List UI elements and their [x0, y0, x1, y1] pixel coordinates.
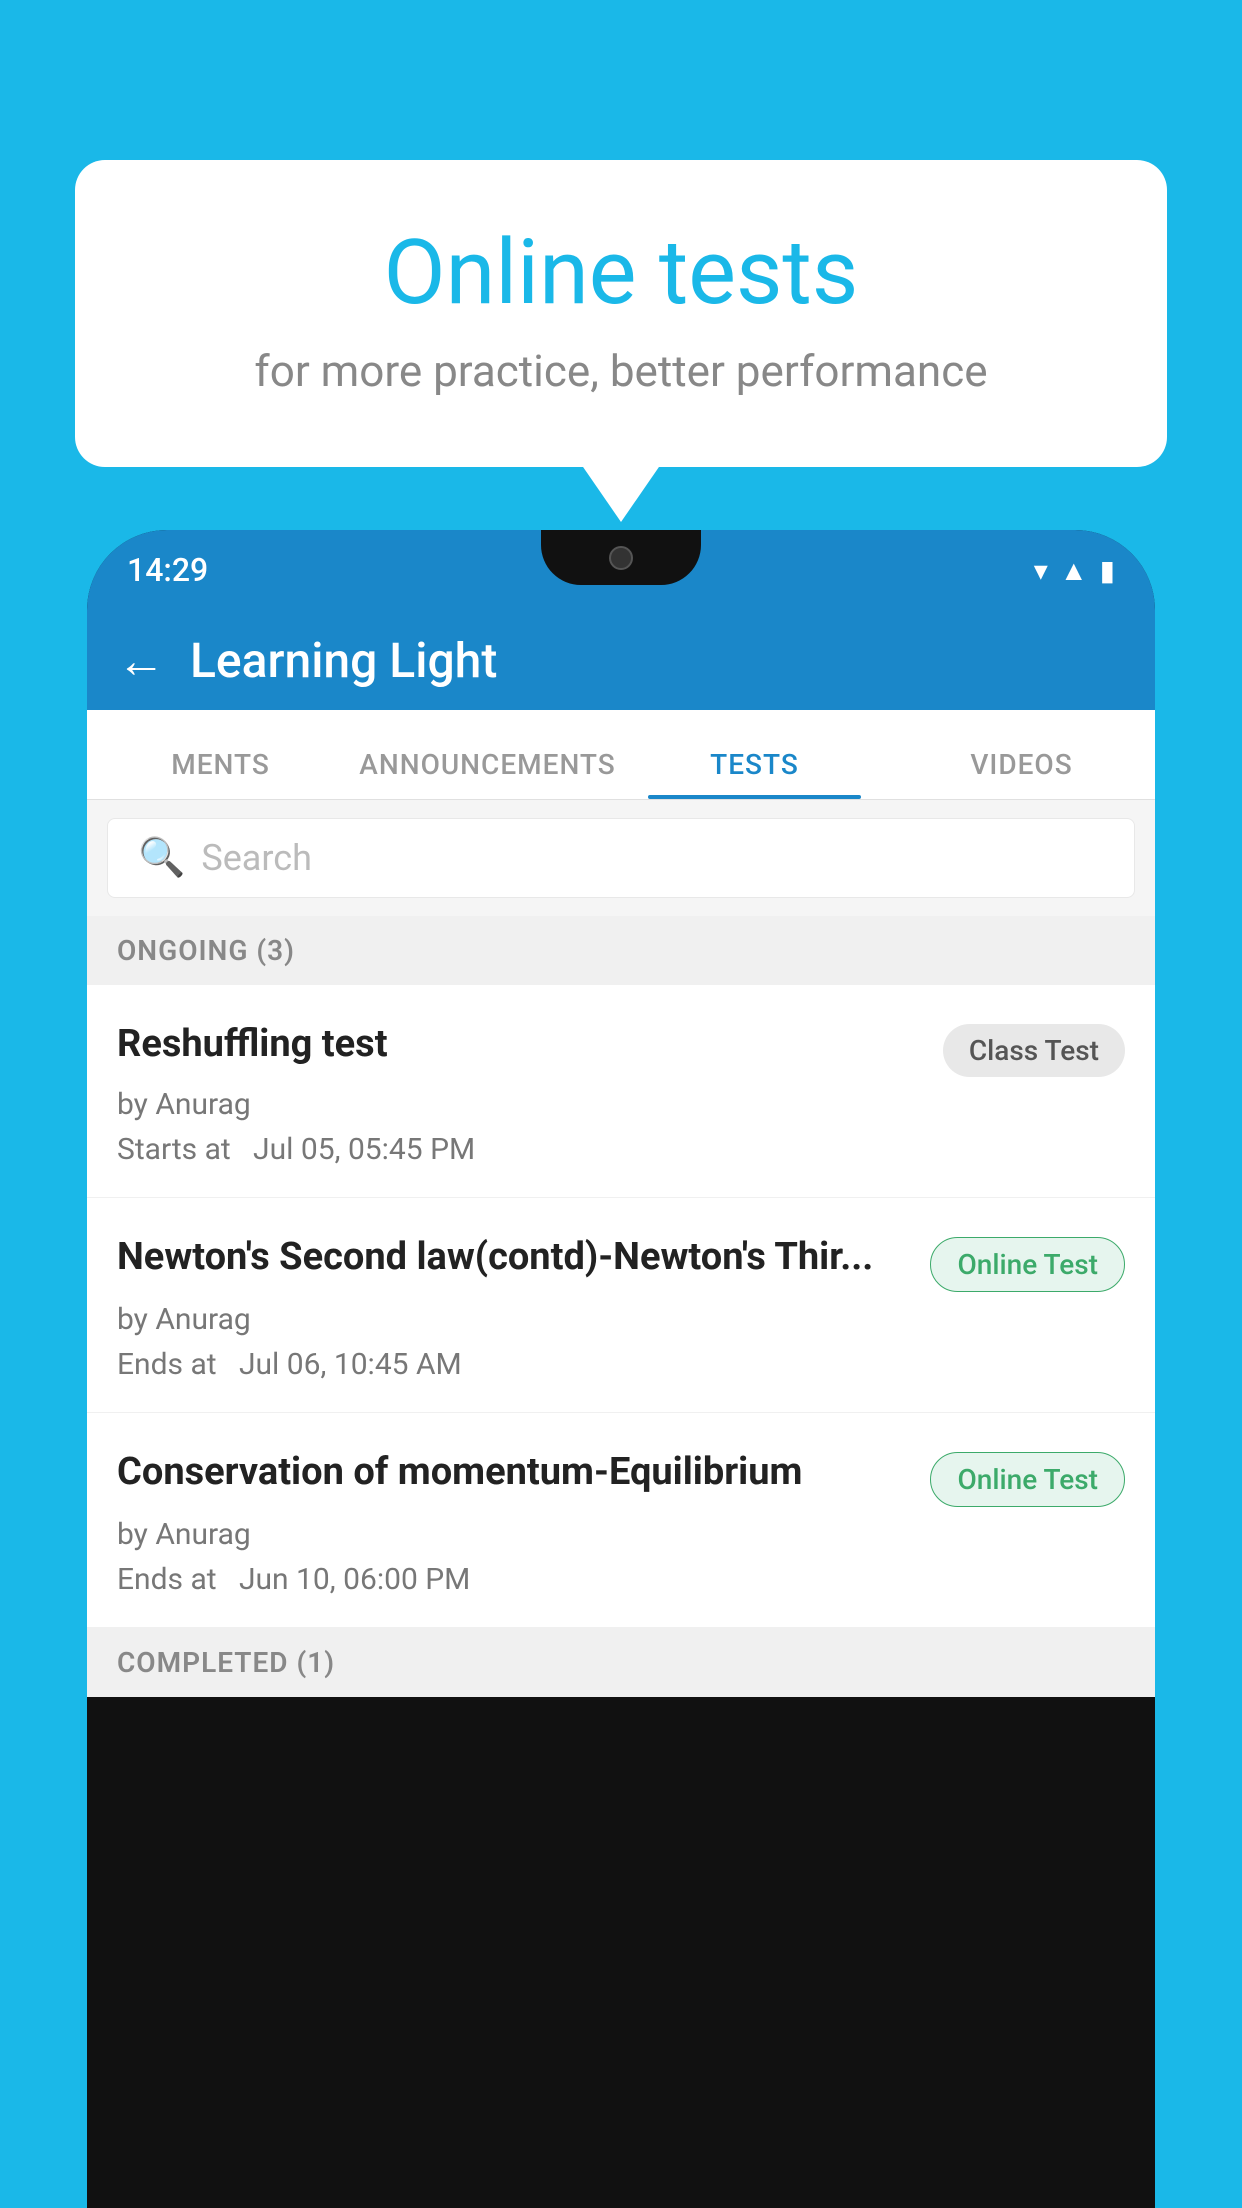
test-name: Reshuffling test	[117, 1020, 943, 1069]
search-input[interactable]: Search	[201, 837, 312, 879]
tab-videos[interactable]: VIDEOS	[888, 748, 1155, 799]
status-icons: ▾ ▲ ▮	[1034, 554, 1115, 587]
tab-ments[interactable]: MENTS	[87, 748, 354, 799]
tab-announcements[interactable]: ANNOUNCEMENTS	[354, 748, 621, 799]
tabs-bar: MENTS ANNOUNCEMENTS TESTS VIDEOS	[87, 710, 1155, 800]
test-author: by Anurag	[117, 1302, 251, 1337]
test-name: Newton's Second law(contd)-Newton's Thir…	[117, 1233, 930, 1282]
search-bar[interactable]: 🔍 Search	[107, 818, 1135, 898]
ongoing-section-header: ONGOING (3)	[87, 916, 1155, 985]
back-button[interactable]: ←	[117, 632, 165, 689]
test-meta: by Anurag	[117, 1517, 1125, 1552]
tab-tests[interactable]: TESTS	[621, 748, 888, 799]
promo-title: Online tests	[155, 220, 1087, 325]
test-meta: by Anurag	[117, 1302, 1125, 1337]
test-item[interactable]: Reshuffling test Class Test by Anurag St…	[87, 985, 1155, 1198]
app-title: Learning Light	[190, 632, 497, 689]
test-item[interactable]: Newton's Second law(contd)-Newton's Thir…	[87, 1198, 1155, 1413]
test-time-value: Jul 06, 10:45 AM	[239, 1347, 462, 1382]
search-bar-wrap: 🔍 Search	[87, 800, 1155, 916]
front-camera	[609, 546, 633, 570]
test-author: by Anurag	[117, 1517, 251, 1552]
test-time: Ends at Jun 10, 06:00 PM	[117, 1562, 1125, 1597]
test-author: by Anurag	[117, 1087, 251, 1122]
wifi-icon: ▾	[1034, 554, 1048, 587]
test-meta: by Anurag	[117, 1087, 1125, 1122]
test-time-value: Jun 10, 06:00 PM	[239, 1562, 470, 1597]
test-badge: Online Test	[930, 1237, 1125, 1292]
search-icon: 🔍	[138, 836, 185, 880]
test-name: Conservation of momentum-Equilibrium	[117, 1448, 930, 1497]
test-time: Starts at Jul 05, 05:45 PM	[117, 1132, 1125, 1167]
test-item[interactable]: Conservation of momentum-Equilibrium Onl…	[87, 1413, 1155, 1628]
completed-section-header: COMPLETED (1)	[87, 1628, 1155, 1697]
app-header: ← Learning Light	[87, 610, 1155, 710]
test-time-label: Ends at	[117, 1562, 217, 1597]
signal-icon: ▲	[1060, 554, 1088, 587]
test-badge: Online Test	[930, 1452, 1125, 1507]
phone-notch	[541, 530, 701, 585]
test-time-label: Ends at	[117, 1347, 217, 1382]
status-time: 14:29	[127, 551, 208, 589]
battery-icon: ▮	[1100, 554, 1115, 587]
phone-frame: 14:29 ▾ ▲ ▮ ← Learning Light MENTS ANNOU…	[87, 530, 1155, 2208]
test-time-label: Starts at	[117, 1132, 231, 1167]
promo-subtitle: for more practice, better performance	[155, 345, 1087, 397]
phone-content: 🔍 Search ONGOING (3) Reshuffling test Cl…	[87, 800, 1155, 1697]
test-time: Ends at Jul 06, 10:45 AM	[117, 1347, 1125, 1382]
test-time-value: Jul 05, 05:45 PM	[253, 1132, 475, 1167]
test-badge: Class Test	[943, 1024, 1125, 1077]
status-bar: 14:29 ▾ ▲ ▮	[87, 530, 1155, 610]
promo-card: Online tests for more practice, better p…	[75, 160, 1167, 467]
